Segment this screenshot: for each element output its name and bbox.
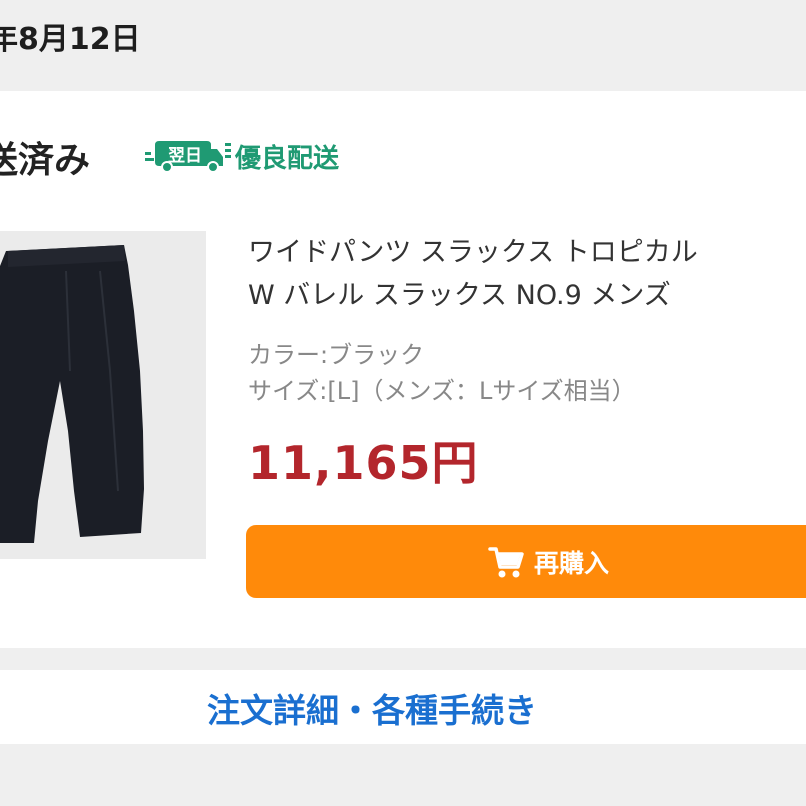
product-title-line-2[interactable]: W バレル スラックス NO.9 メンズ (248, 274, 806, 317)
rebuy-button[interactable]: 再購入 (246, 525, 806, 598)
product-size: サイズ:[L]（メンズ：Lサイズ相当） (248, 377, 636, 405)
delivery-status: 送済み (0, 140, 91, 181)
badge-tag: 翌日 (168, 146, 202, 166)
product-title-line-1[interactable]: ワイドパンツ スラックス トロピカル (248, 231, 806, 274)
order-details-label: 注文詳細・各種手続き (207, 691, 537, 730)
date-header: 年8月12日 (0, 0, 806, 90)
badge-label: 優良配送 (235, 143, 340, 174)
order-details-link[interactable]: 注文詳細・各種手続き (0, 670, 806, 744)
order-date: 年8月12日 (0, 22, 141, 57)
product-image[interactable] (0, 231, 206, 559)
product-price: 11,165円 (248, 436, 479, 490)
product-attributes: カラー:ブラック サイズ:[L]（メンズ：Lサイズ相当） (248, 337, 806, 409)
truck-icon: 翌日 (145, 139, 231, 173)
product-info: ワイドパンツ スラックス トロピカル W バレル スラックス NO.9 メンズ … (248, 231, 806, 493)
status-row: 送済み 翌日 優良配送 (0, 131, 806, 191)
rebuy-label: 再購入 (534, 548, 610, 578)
cart-icon (488, 545, 524, 579)
shipping-badge: 翌日 優良配送 (145, 137, 339, 175)
product-color: カラー:ブラック (248, 341, 425, 369)
pants-image (0, 231, 206, 559)
order-card: 送済み 翌日 優良配送 ワイドパンツ スラックス トロピカル W バレル スラッ… (0, 91, 806, 648)
